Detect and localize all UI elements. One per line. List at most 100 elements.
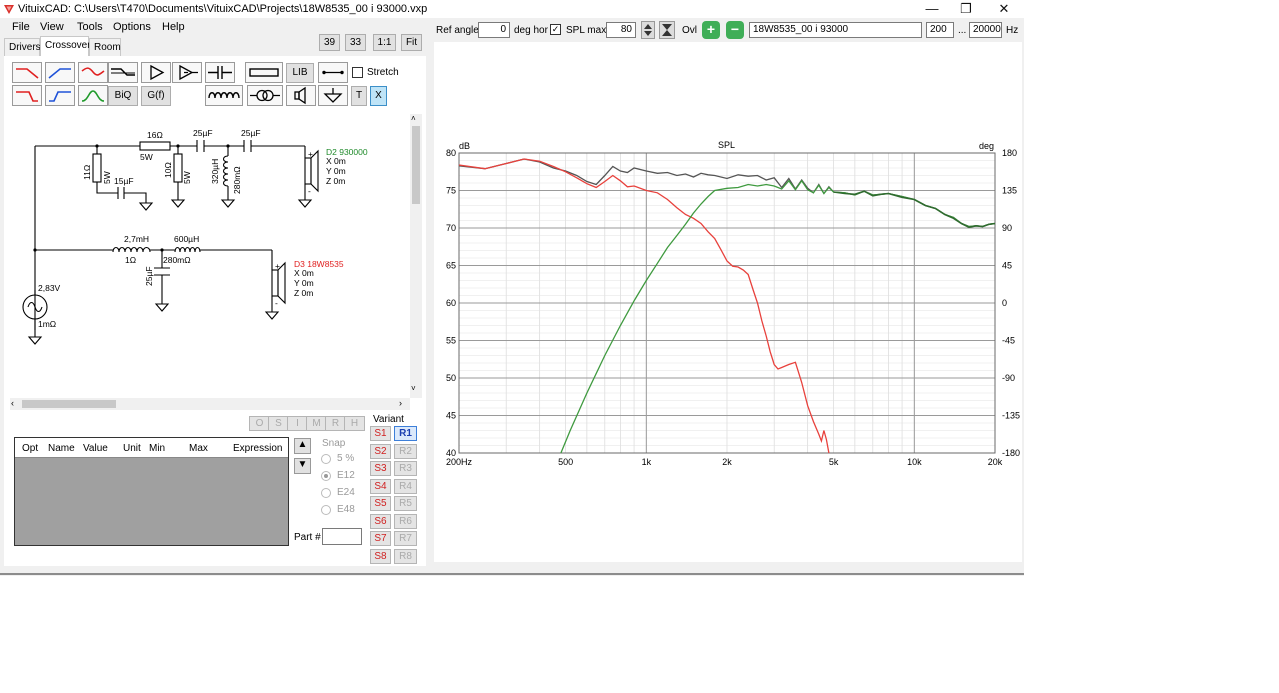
ground-tool[interactable]: [318, 85, 348, 106]
variant-r1-button[interactable]: R1: [394, 426, 417, 441]
y-tick-label: 65: [446, 261, 456, 271]
schematic-horizontal-scrollbar[interactable]: ‹ ›: [10, 398, 410, 410]
scroll-right-icon[interactable]: ›: [399, 398, 402, 408]
spl-max-input[interactable]: 80: [606, 22, 636, 38]
schematic-vertical-scrollbar[interactable]: ˄ ˅: [410, 114, 422, 398]
zoom-33-button[interactable]: 33: [345, 34, 366, 51]
parameter-table[interactable]: Opt Name Value Unit Min Max Expression: [14, 437, 289, 546]
snap-e24-radio[interactable]: [321, 488, 331, 498]
y-right-tick-label: -90: [1002, 373, 1015, 383]
variant-r8-button[interactable]: R8: [394, 549, 417, 564]
ref-angle-input[interactable]: 0: [478, 22, 510, 38]
y-right-tick-label: 0: [1002, 298, 1007, 308]
scroll-left-icon[interactable]: ‹: [11, 398, 14, 408]
lowpass-red-tool[interactable]: [12, 62, 42, 83]
highpass-blue-tool[interactable]: [45, 62, 75, 83]
part-number-input[interactable]: [322, 528, 362, 545]
highpass-blue-2-tool[interactable]: [45, 85, 75, 106]
snap-5pct-radio[interactable]: [321, 454, 331, 464]
text-button[interactable]: T: [351, 86, 367, 106]
overlay-add-button[interactable]: +: [702, 21, 720, 39]
x-tick-label: 20k: [988, 457, 1003, 467]
variant-s3-button[interactable]: S3: [370, 461, 391, 476]
close-button[interactable]: ✕: [984, 1, 1024, 17]
overlay-remove-button[interactable]: −: [726, 21, 744, 39]
r16-label: 16Ω: [147, 130, 163, 140]
variant-r5-button[interactable]: R5: [394, 496, 417, 511]
variant-s4-button[interactable]: S4: [370, 479, 391, 494]
x-tick-label: 500: [558, 457, 573, 467]
tab-crossover[interactable]: Crossover: [40, 36, 91, 56]
delete-button[interactable]: X: [370, 86, 387, 106]
stretch-checkbox[interactable]: [352, 67, 363, 78]
variant-s8-button[interactable]: S8: [370, 549, 391, 564]
menu-tools[interactable]: Tools: [77, 21, 103, 33]
biquad-button[interactable]: BiQ: [108, 86, 138, 106]
opt-m-button[interactable]: M: [306, 416, 327, 431]
resistor-tool[interactable]: [245, 62, 283, 83]
menu-file[interactable]: File: [12, 21, 30, 33]
d2-plus-label: +: [308, 149, 313, 159]
notch-red-tool[interactable]: [78, 62, 108, 83]
overlay-name-input[interactable]: 18W8535_00 i 93000: [749, 22, 922, 38]
lowpass-steep-red-icon: [16, 91, 38, 102]
move-down-button[interactable]: ▼: [294, 458, 311, 474]
tab-room[interactable]: Room: [89, 38, 121, 56]
menu-help[interactable]: Help: [162, 21, 185, 33]
spl-max-checkbox[interactable]: ✓: [550, 24, 561, 35]
l27-resistance-label: 1Ω: [125, 255, 136, 265]
delay-icon: [179, 64, 198, 81]
delay-tool[interactable]: [172, 62, 202, 83]
spl-max-spinner[interactable]: [641, 21, 655, 39]
shelf-tool[interactable]: [108, 62, 138, 83]
buffer-tool[interactable]: [141, 62, 171, 83]
capacitor-tool[interactable]: [205, 62, 235, 83]
speaker-tool[interactable]: [286, 85, 316, 106]
scroll-down-icon[interactable]: ˅: [411, 384, 416, 393]
zoom-39-button[interactable]: 39: [319, 34, 340, 51]
ref-angle-label: Ref angle: [436, 25, 479, 36]
variant-r7-button[interactable]: R7: [394, 531, 417, 546]
opt-r-button[interactable]: R: [325, 416, 346, 431]
freq-min-input[interactable]: 200: [926, 22, 954, 38]
variant-s2-button[interactable]: S2: [370, 444, 391, 459]
y-right-tick-label: 180: [1002, 148, 1017, 158]
tab-drivers[interactable]: Drivers: [4, 38, 41, 56]
opt-o-button[interactable]: O: [249, 416, 270, 431]
gain-function-button[interactable]: G(f): [141, 86, 171, 106]
variant-s6-button[interactable]: S6: [370, 514, 391, 529]
move-up-button[interactable]: ▲: [294, 438, 311, 454]
vertical-scroll-thumb[interactable]: [412, 126, 420, 204]
library-button[interactable]: LIB: [286, 63, 314, 83]
variant-s7-button[interactable]: S7: [370, 531, 391, 546]
horizontal-scroll-thumb[interactable]: [22, 400, 116, 408]
inductor-tool[interactable]: [205, 85, 243, 106]
variant-s5-button[interactable]: S5: [370, 496, 391, 511]
bandpass-green-tool[interactable]: [78, 85, 108, 106]
snap-e48-radio[interactable]: [321, 505, 331, 515]
opt-s-button[interactable]: S: [268, 416, 289, 431]
variant-r2-button[interactable]: R2: [394, 444, 417, 459]
transformer-tool[interactable]: [247, 85, 283, 106]
variant-r4-button[interactable]: R4: [394, 479, 417, 494]
variant-s1-button[interactable]: S1: [370, 426, 391, 441]
menu-options[interactable]: Options: [113, 21, 151, 33]
lowpass-red-2-tool[interactable]: [12, 85, 42, 106]
opt-i-button[interactable]: I: [287, 416, 308, 431]
scale-toggle-button[interactable]: [659, 21, 675, 39]
spl-chart[interactable]: dB SPL deg 80757065605550454018013590450…: [434, 42, 1022, 562]
zoom-fit-button[interactable]: Fit: [401, 34, 422, 51]
menu-view[interactable]: View: [40, 21, 64, 33]
opt-h-button[interactable]: H: [344, 416, 365, 431]
speaker-icon: [294, 86, 306, 105]
maximize-button[interactable]: ❐: [946, 1, 986, 17]
snap-e12-radio[interactable]: [321, 471, 331, 481]
wire-tool[interactable]: [318, 62, 348, 83]
schematic-canvas[interactable]: 16Ω 5W 25µF 25µF 11Ω 5W 15µF 10Ω 5W 320µ…: [10, 114, 410, 398]
stretch-label: Stretch: [367, 67, 399, 78]
freq-max-input[interactable]: 20000: [969, 22, 1002, 38]
variant-r6-button[interactable]: R6: [394, 514, 417, 529]
variant-r3-button[interactable]: R3: [394, 461, 417, 476]
zoom-1to1-button[interactable]: 1:1: [373, 34, 396, 51]
scroll-up-icon[interactable]: ˄: [411, 114, 416, 123]
